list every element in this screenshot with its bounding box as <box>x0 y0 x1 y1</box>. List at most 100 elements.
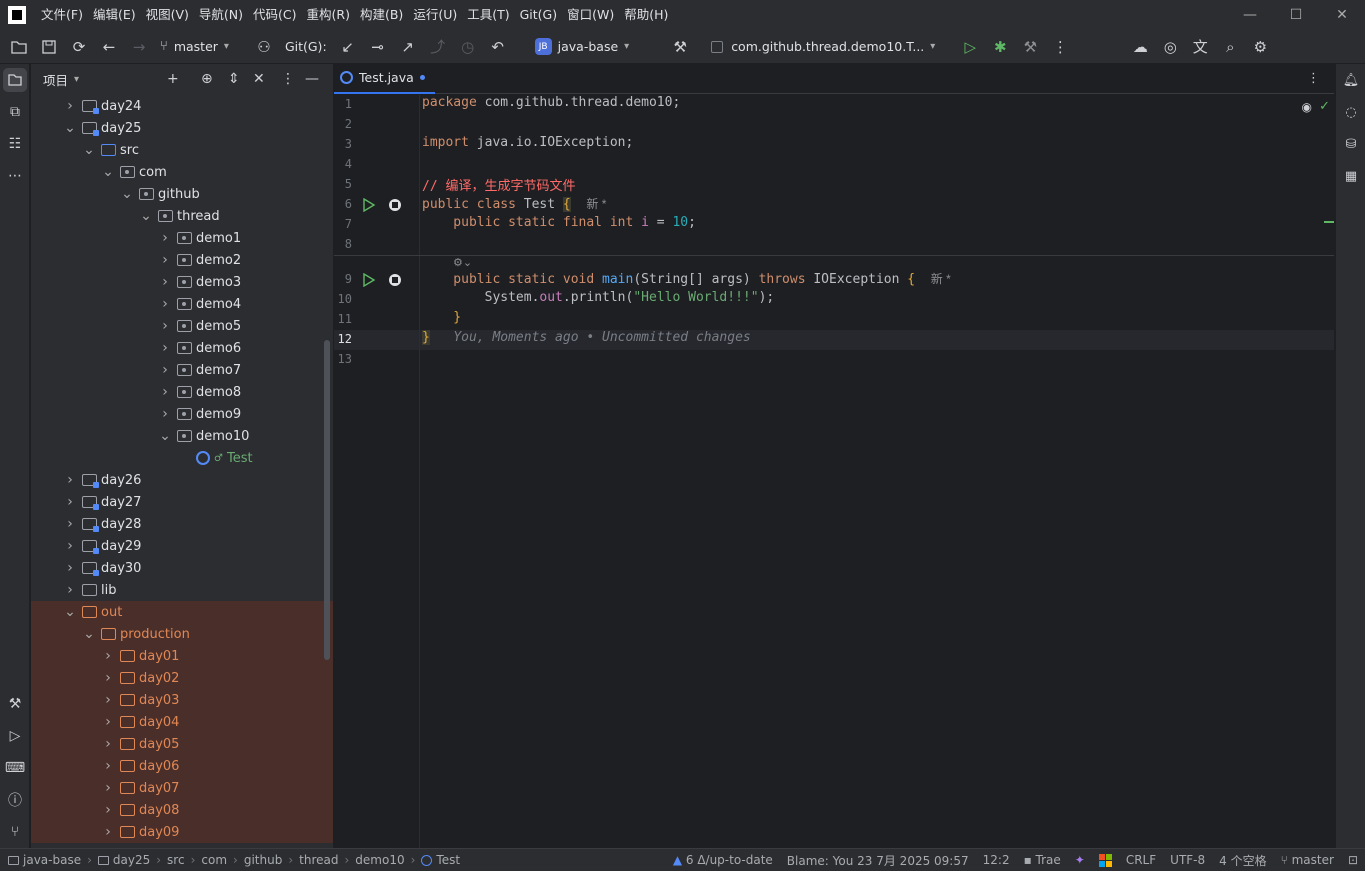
line-number[interactable]: 6 <box>334 197 352 211</box>
tree-item[interactable]: › demo9 <box>31 403 333 425</box>
open-folder-icon[interactable] <box>4 32 34 62</box>
code-line-6[interactable]: public class Test { 新 * <box>422 195 606 212</box>
chevron-right-icon[interactable]: › <box>158 340 172 356</box>
chevron-right-icon[interactable]: › <box>158 296 172 312</box>
stop-class-icon[interactable] <box>389 199 401 211</box>
plugin-star-icon[interactable]: ✦ <box>1075 853 1085 867</box>
run-config-selector[interactable]: com.github.thread.demo10.T... ▾ <box>711 39 935 54</box>
maximize-icon[interactable]: ☐ <box>1273 0 1319 30</box>
menu-8[interactable]: 工具(T) <box>462 0 514 30</box>
chevron-right-icon[interactable]: › <box>63 98 77 114</box>
more-tools-icon[interactable]: ⋯ <box>0 160 30 192</box>
trae-plugin[interactable]: ▪ Trae <box>1024 853 1061 867</box>
line-number[interactable]: 11 <box>334 312 352 326</box>
code-with-me-icon[interactable]: ☁ <box>1125 32 1155 62</box>
chevron-right-icon[interactable]: › <box>158 406 172 422</box>
locate-icon[interactable]: ⊕ <box>201 71 213 87</box>
hammer-icon[interactable]: ⚒ <box>665 32 695 62</box>
chevron-right-icon[interactable]: › <box>63 516 77 532</box>
problems-tool-icon[interactable]: ⓘ <box>0 784 30 816</box>
menu-4[interactable]: 代码(C) <box>248 0 301 30</box>
chevron-down-icon[interactable]: ⌄ <box>139 208 153 224</box>
tree-item[interactable]: › day04 <box>31 711 333 733</box>
add-icon[interactable]: + <box>167 71 179 87</box>
chevron-down-icon[interactable]: ⌄ <box>82 142 96 158</box>
line-number[interactable]: 5 <box>334 177 352 191</box>
chevron-right-icon[interactable]: › <box>101 714 115 730</box>
git-tool-icon[interactable]: ⑂ <box>0 816 30 848</box>
settings-icon[interactable]: ⚙ <box>1245 32 1275 62</box>
project-tool-icon[interactable] <box>3 68 27 92</box>
translate-icon[interactable]: 文 <box>1185 32 1215 62</box>
ai-chat-icon[interactable]: ◌ <box>1336 96 1365 128</box>
breadcrumb-item[interactable]: src <box>167 853 185 867</box>
menu-9[interactable]: Git(G) <box>515 0 563 30</box>
chevron-right-icon[interactable]: › <box>158 274 172 290</box>
chevron-right-icon[interactable]: › <box>63 472 77 488</box>
menu-10[interactable]: 窗口(W) <box>562 0 619 30</box>
breadcrumb-item[interactable]: java-base <box>23 853 81 867</box>
build-icon[interactable]: ⚒ <box>1015 32 1045 62</box>
tree-item[interactable]: ⌄ thread <box>31 205 333 227</box>
expand-all-icon[interactable]: ⇕ <box>228 71 240 87</box>
tree-item[interactable]: › day06 <box>31 755 333 777</box>
database-icon[interactable]: ⛁ <box>1336 128 1365 160</box>
tree-item[interactable]: › day05 <box>31 733 333 755</box>
code-line-10[interactable]: System.out.println("Hello World!!!"); <box>422 290 775 305</box>
line-separator[interactable]: CRLF <box>1126 853 1156 867</box>
tab-options-icon[interactable]: ⋮ <box>1307 71 1320 86</box>
tree-item[interactable]: › demo3 <box>31 271 333 293</box>
forward-icon[interactable]: → <box>124 32 154 62</box>
sync-icon[interactable]: ⟳ <box>64 32 94 62</box>
app-logo-icon[interactable] <box>8 6 26 24</box>
hide-panel-icon[interactable]: — <box>305 71 319 87</box>
services-tool-icon[interactable]: ▷ <box>0 720 30 752</box>
chevron-down-icon[interactable]: ⌄ <box>63 120 77 136</box>
tree-item[interactable]: › day27 <box>31 491 333 513</box>
caret-position[interactable]: 12:2 <box>983 853 1010 867</box>
chevron-down-icon[interactable]: ⌄ <box>101 164 115 180</box>
tree-item[interactable]: ♂ Test <box>31 447 333 469</box>
run-class-icon[interactable] <box>362 198 376 212</box>
file-encoding[interactable]: UTF-8 <box>1170 853 1205 867</box>
tree-item[interactable]: › demo1 <box>31 227 333 249</box>
tree-item[interactable]: › day24 <box>31 95 333 117</box>
menu-0[interactable]: 文件(F) <box>36 0 88 30</box>
ai-action-icon[interactable]: ⚙⌄ <box>453 256 472 269</box>
tree-item[interactable]: ⌄ day25 <box>31 117 333 139</box>
menu-3[interactable]: 导航(N) <box>194 0 248 30</box>
run-icon[interactable]: ▷ <box>955 32 985 62</box>
more-icon[interactable]: ⋮ <box>1045 32 1075 62</box>
breadcrumb-item[interactable]: Test <box>436 853 460 867</box>
line-number[interactable]: 9 <box>334 272 352 286</box>
ai-assistant-icon[interactable]: ◎ <box>1155 32 1185 62</box>
tree-item[interactable]: ⌄ src <box>31 139 333 161</box>
chevron-right-icon[interactable]: › <box>63 582 77 598</box>
tree-item[interactable]: › demo8 <box>31 381 333 403</box>
chevron-right-icon[interactable]: › <box>158 384 172 400</box>
project-panel-title[interactable]: 项目 <box>43 70 68 89</box>
code-line-1[interactable]: package com.github.thread.demo10; <box>422 95 680 110</box>
tree-item[interactable]: › day08 <box>31 799 333 821</box>
chevron-right-icon[interactable]: › <box>63 538 77 554</box>
microsoft-logo-icon[interactable] <box>1098 853 1112 867</box>
tree-item[interactable]: ⌄ production <box>31 623 333 645</box>
tree-item[interactable]: › demo2 <box>31 249 333 271</box>
line-number[interactable]: 10 <box>334 292 352 306</box>
line-number[interactable]: 12 <box>334 332 352 346</box>
reader-mode-icon[interactable]: ◉ <box>1302 100 1312 114</box>
line-number[interactable]: 2 <box>334 117 352 131</box>
tree-item[interactable]: › demo4 <box>31 293 333 315</box>
line-number[interactable]: 13 <box>334 352 352 366</box>
tree-item[interactable]: ⌄ out <box>31 601 333 623</box>
breadcrumb-item[interactable]: demo10 <box>355 853 404 867</box>
user-icon[interactable]: ⚇ <box>249 32 279 62</box>
tree-item[interactable]: ⌄ com <box>31 161 333 183</box>
line-number[interactable]: 3 <box>334 137 352 151</box>
code-line-7[interactable]: public static final int i = 10; <box>422 215 696 230</box>
breadcrumb-item[interactable]: github <box>244 853 282 867</box>
chevron-right-icon[interactable]: › <box>101 692 115 708</box>
structure-tool-icon[interactable]: ☷ <box>0 128 30 160</box>
chevron-down-icon[interactable]: ⌄ <box>63 604 77 620</box>
code-line-12[interactable]: } You, Moments ago • Uncommitted changes <box>422 330 751 345</box>
